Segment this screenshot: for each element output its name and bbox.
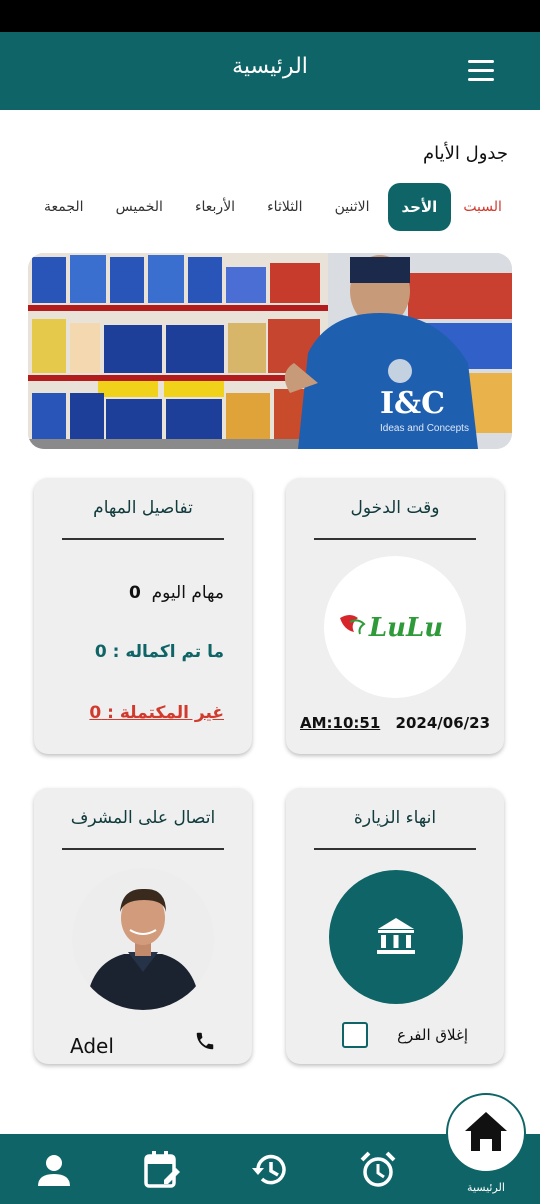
card-title: تفاصيل المهام [93, 498, 193, 518]
close-branch-checkbox[interactable] [342, 1022, 368, 1048]
alarm-icon[interactable] [358, 1150, 398, 1190]
phone-icon[interactable] [194, 1030, 216, 1052]
divider [314, 538, 476, 540]
page-title: الرئيسية [232, 54, 308, 79]
days-tabs: السبت الأحد الاثنين الثلاثاء الأربعاء ال… [30, 183, 510, 231]
card-title: وقت الدخول [350, 498, 440, 518]
tasks-done-value: 0 [94, 642, 107, 662]
home-nav-label: الرئيسية [467, 1181, 505, 1194]
entry-date: 2024/06/23 [395, 714, 490, 732]
tasks-today-row: مهام اليوم 0 [129, 583, 224, 603]
calendar-edit-icon[interactable] [142, 1150, 182, 1190]
menu-icon[interactable] [466, 60, 496, 82]
supervisor-avatar [72, 868, 214, 1010]
tasks-undone-value: 0 [89, 703, 102, 723]
day-tab[interactable]: الأحد [387, 183, 452, 231]
day-tab[interactable]: الاثنين [321, 183, 384, 231]
bank-icon [377, 918, 415, 954]
days-schedule-title: جدول الأيام [423, 143, 508, 164]
close-branch-label: إغلاق الفرع [397, 1026, 468, 1044]
tasks-today-label: مهام اليوم [151, 583, 224, 603]
day-tab[interactable]: الجمعة [30, 183, 98, 231]
home-button[interactable] [446, 1093, 526, 1173]
home-icon [465, 1112, 507, 1151]
entry-time-card: وقت الدخول LuLu 2024/06/23 AM:10:51 [286, 478, 504, 754]
store-logo-text: LuLu [368, 613, 443, 643]
task-details-card: تفاصيل المهام مهام اليوم 0 ما تم اكماله … [34, 478, 252, 754]
day-tab[interactable]: الأربعاء [181, 183, 249, 231]
card-title: انهاء الزيارة [353, 808, 437, 828]
status-bar [0, 0, 540, 32]
end-visit-card: انهاء الزيارة إغلاق الفرع [286, 788, 504, 1064]
day-tab[interactable]: الثلاثاء [253, 183, 316, 231]
banner-brand: I&C [380, 386, 445, 421]
tasks-today-value: 0 [128, 583, 141, 603]
tasks-done-row: ما تم اكماله : 0 [95, 642, 224, 662]
divider [62, 848, 224, 850]
end-visit-button[interactable] [329, 870, 463, 1004]
history-icon[interactable] [250, 1150, 290, 1190]
person-icon[interactable] [34, 1150, 74, 1190]
day-tab[interactable]: السبت [455, 183, 510, 231]
divider [314, 848, 476, 850]
lulu-emblem-icon [340, 615, 366, 635]
supervisor-card: اتصال على المشرف Adel [34, 788, 252, 1064]
store-logo: LuLu [324, 556, 466, 698]
day-tab[interactable]: الخميس [102, 183, 177, 231]
divider [62, 538, 224, 540]
card-title: اتصال على المشرف [70, 808, 216, 828]
banner-tagline: Ideas and Concepts [380, 423, 469, 434]
tasks-done-label: ما تم اكماله : [112, 642, 224, 662]
tasks-undone-label: غير المكتملة : [107, 703, 224, 723]
tasks-undone-row[interactable]: غير المكتملة : 0 [89, 703, 224, 723]
entry-time: AM:10:51 [300, 714, 381, 732]
supervisor-name: Adel [70, 1034, 114, 1058]
app-bar: الرئيسية [0, 32, 540, 110]
promo-banner: I&C Ideas and Concepts [28, 253, 512, 449]
